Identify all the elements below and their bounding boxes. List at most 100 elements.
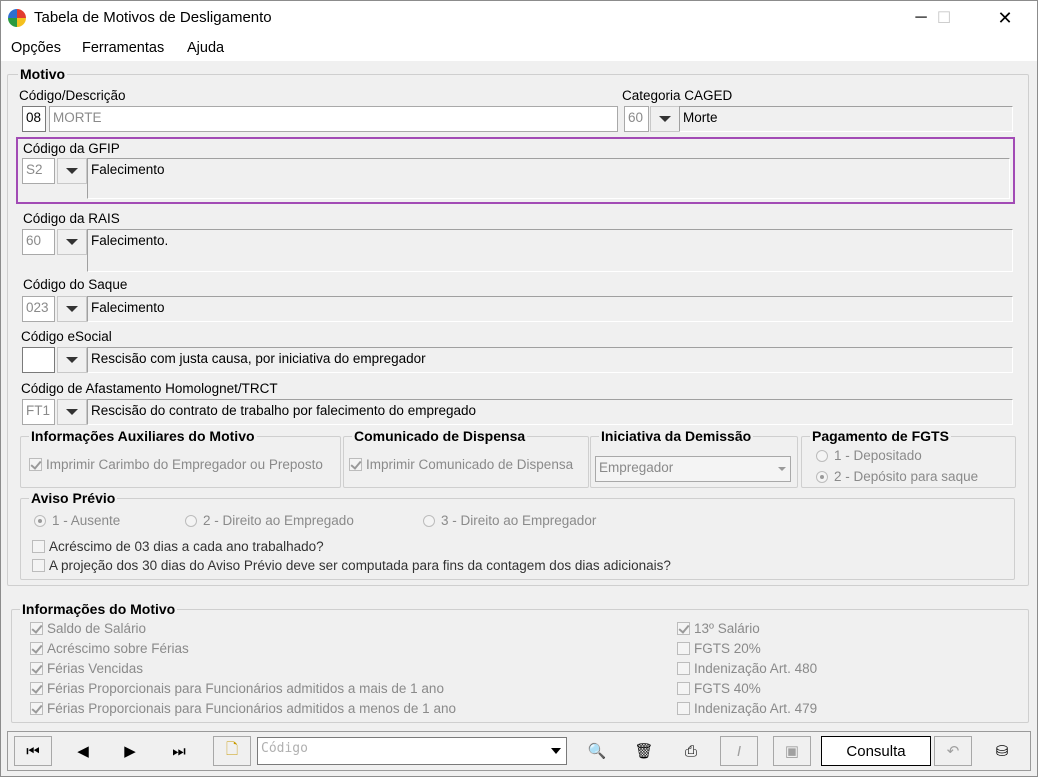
left-checkbox-1[interactable]: Acréscimo sobre Férias <box>30 641 189 656</box>
homolog-label: Código de Afastamento Homolognet/TRCT <box>21 381 278 396</box>
search-placeholder: Código <box>261 741 308 756</box>
last-record-button[interactable]: ⏭ <box>160 736 198 766</box>
binoculars-icon: ⛁ <box>995 743 1009 760</box>
app-icon <box>8 9 26 27</box>
checkbox-icon <box>30 702 43 715</box>
right-checkbox-1[interactable]: FGTS 20% <box>677 641 761 656</box>
fgts-saque-radio[interactable]: 2 - Depósito para saque <box>816 469 978 484</box>
undo-button[interactable]: ↶ <box>934 736 972 766</box>
comunicado-label: Imprimir Comunicado de Dispensa <box>366 457 574 472</box>
left-checkbox-2[interactable]: Férias Vencidas <box>30 661 143 676</box>
radio-icon <box>816 449 828 462</box>
motivo-group-title: Motivo <box>18 66 68 82</box>
new-record-button[interactable]: 🗋 <box>213 736 251 766</box>
search-code-combobox[interactable]: Código <box>257 737 567 765</box>
chevron-down-icon <box>778 467 786 471</box>
right-checkbox-2[interactable]: Indenização Art. 480 <box>677 661 817 676</box>
chevron-down-icon <box>551 748 561 754</box>
saque-code-input[interactable]: 023 <box>22 296 55 322</box>
chevron-down-icon <box>66 357 78 363</box>
maximize-button[interactable]: ☐ <box>921 1 967 35</box>
acrescimo-dias-label: Acréscimo de 03 dias a cada ano trabalha… <box>49 539 324 554</box>
edit-button[interactable]: I <box>720 736 758 766</box>
left-label-2: Férias Vencidas <box>47 661 144 676</box>
projecao-checkbox[interactable]: A projeção dos 30 dias do Aviso Prévio d… <box>32 558 671 573</box>
right-checkbox-4[interactable]: Indenização Art. 479 <box>677 701 817 716</box>
codigo-input[interactable]: 08 <box>22 106 46 132</box>
aviso-empregador-label: 3 - Direito ao Empregador <box>441 513 597 528</box>
homolog-code-input[interactable]: FT1 <box>22 399 55 425</box>
search-report-button[interactable]: 🔍 <box>578 736 616 766</box>
report-icon: 🔍 <box>587 743 607 760</box>
gfip-code-input[interactable]: S2 <box>22 158 55 184</box>
next-record-button[interactable]: ▶ <box>111 736 149 766</box>
rais-label: Código da RAIS <box>23 211 120 226</box>
aviso-ausente-radio[interactable]: 1 - Ausente <box>34 513 120 528</box>
homolog-dropdown-button[interactable] <box>57 399 87 425</box>
checkbox-icon <box>677 642 690 655</box>
chevron-down-icon <box>659 116 671 122</box>
menu-ferramentas[interactable]: Ferramentas <box>82 40 164 56</box>
esocial-code-input[interactable] <box>22 347 55 373</box>
left-checkbox-4[interactable]: Férias Proporcionais para Funcionários a… <box>30 701 456 716</box>
radio-icon <box>816 470 828 483</box>
checkbox-icon <box>677 682 690 695</box>
info-group-title: Informações do Motivo <box>20 601 178 617</box>
left-checkbox-3[interactable]: Férias Proporcionais para Funcionários a… <box>30 681 444 696</box>
aviso-empregador-radio[interactable]: 3 - Direito ao Empregador <box>423 513 596 528</box>
aviso-ausente-label: 1 - Ausente <box>52 513 121 528</box>
print-button[interactable]: ⎙ <box>672 736 710 766</box>
checkbox-icon <box>32 559 45 572</box>
save-button[interactable]: ▣ <box>773 736 811 766</box>
fgts-depositado-radio[interactable]: 1 - Depositado <box>816 448 922 463</box>
consulta-mode-indicator: Consulta <box>821 736 931 766</box>
rais-code-input[interactable]: 60 <box>22 229 55 255</box>
undo-icon: ↶ <box>946 743 960 760</box>
radio-icon <box>34 514 46 527</box>
carimbo-label: Imprimir Carimbo do Empregador ou Prepos… <box>46 457 323 472</box>
gfip-description: Falecimento <box>87 158 1010 199</box>
navigation-toolbar: ⏮ ◀ ▶ ⏭ 🗋 Código 🔍 🗑 ⎙ I ▣ Consulta ↶ ⛁ <box>7 731 1031 771</box>
aviso-empregado-label: 2 - Direito ao Empregado <box>203 513 354 528</box>
esocial-dropdown-button[interactable] <box>57 347 87 373</box>
projecao-label: A projeção dos 30 dias do Aviso Prévio d… <box>49 558 671 573</box>
menu-opcoes[interactable]: Opções <box>11 40 61 56</box>
first-record-button[interactable]: ⏮ <box>14 736 52 766</box>
comunicado-checkbox[interactable]: Imprimir Comunicado de Dispensa <box>349 457 573 472</box>
caged-dropdown-button[interactable] <box>650 106 680 132</box>
checkbox-icon <box>30 642 43 655</box>
prev-record-button[interactable]: ◀ <box>64 736 102 766</box>
window-title: Tabela de Motivos de Desligamento <box>34 9 272 26</box>
left-checkbox-0[interactable]: Saldo de Salário <box>30 621 146 636</box>
carimbo-checkbox[interactable]: Imprimir Carimbo do Empregador ou Prepos… <box>29 457 323 472</box>
caged-code-input[interactable]: 60 <box>624 106 649 132</box>
edit-icon: I <box>736 742 742 760</box>
left-label-4: Férias Proporcionais para Funcionários a… <box>47 701 456 716</box>
saque-description: Falecimento <box>87 296 1013 322</box>
descricao-input[interactable]: MORTE <box>49 106 618 132</box>
right-checkbox-0[interactable]: 13º Salário <box>677 621 760 636</box>
saque-label: Código do Saque <box>23 277 128 292</box>
right-label-1: FGTS 20% <box>694 641 761 656</box>
close-button[interactable]: ✕ <box>982 1 1028 35</box>
gfip-label: Código da GFIP <box>23 141 120 156</box>
codigo-label: Código/Descrição <box>19 88 126 103</box>
rais-dropdown-button[interactable] <box>57 229 87 255</box>
iniciativa-select[interactable]: Empregador <box>595 456 791 482</box>
saque-dropdown-button[interactable] <box>57 296 87 322</box>
rais-description: Falecimento. <box>87 229 1013 272</box>
chevron-down-icon <box>66 306 78 312</box>
aviso-empregado-radio[interactable]: 2 - Direito ao Empregado <box>185 513 354 528</box>
checkbox-icon <box>30 662 43 675</box>
menu-ajuda[interactable]: Ajuda <box>187 40 224 56</box>
checkbox-icon <box>677 702 690 715</box>
acrescimo-dias-checkbox[interactable]: Acréscimo de 03 dias a cada ano trabalha… <box>32 539 324 554</box>
gfip-dropdown-button[interactable] <box>57 158 87 184</box>
iniciativa-value: Empregador <box>599 460 674 475</box>
right-checkbox-3[interactable]: FGTS 40% <box>677 681 761 696</box>
menu-bar: Opções Ferramentas Ajuda <box>1 35 1037 61</box>
find-button[interactable]: ⛁ <box>983 736 1021 766</box>
aux-group-title: Informações Auxiliares do Motivo <box>29 428 257 444</box>
chevron-down-icon <box>66 409 78 415</box>
delete-button[interactable]: 🗑 <box>625 736 663 766</box>
